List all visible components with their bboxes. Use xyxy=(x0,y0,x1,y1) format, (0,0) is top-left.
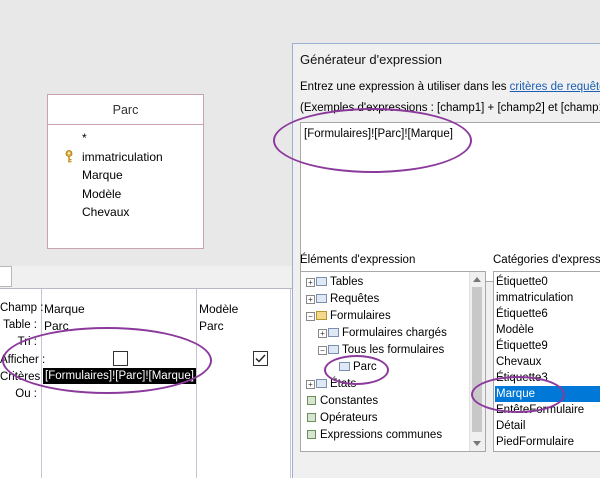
grid-row-labels: Champ : Table : Tri : Afficher : Critère… xyxy=(0,300,47,403)
scroll-thumb[interactable] xyxy=(472,287,482,432)
grid-divider xyxy=(196,289,197,478)
grid-cell-champ-1[interactable]: Marque xyxy=(44,301,85,317)
tree-item-requetes[interactable]: Requêtes xyxy=(330,291,379,308)
tree-item-formulaires-charges[interactable]: Formulaires chargés xyxy=(342,325,447,342)
expand-toggle[interactable]: + xyxy=(306,278,315,287)
tree-item-tables[interactable]: Tables xyxy=(330,274,363,291)
criteria-help-link[interactable]: critères de requête xyxy=(510,81,600,93)
row-label-afficher: Afficher : xyxy=(0,353,46,366)
tree-item-etats[interactable]: États xyxy=(330,376,356,393)
field-immatriculation[interactable]: immatriculation xyxy=(65,148,203,167)
elements-tree[interactable]: + Tables + Requêtes − Formulaires + Form… xyxy=(300,271,486,452)
afficher-checkbox-1[interactable] xyxy=(113,351,128,366)
row-label-tri: Tri : xyxy=(17,336,37,349)
dialog-instruction: Entrez une expression à utiliser dans le… xyxy=(300,81,600,93)
category-item[interactable]: Détail xyxy=(495,418,525,434)
elements-label: Éléments d'expression xyxy=(300,254,416,266)
table-box-title: Parc xyxy=(48,95,203,125)
grid-cell-table-1[interactable]: Parc xyxy=(44,318,69,334)
operator-icon xyxy=(307,413,316,422)
expand-toggle[interactable]: + xyxy=(306,295,315,304)
categories-label: Catégories d'expressi xyxy=(493,254,600,266)
tree-item-tous-les-formulaires[interactable]: Tous les formulaires xyxy=(342,342,444,359)
row-label-criteres: Critères : xyxy=(0,370,47,383)
expression-text: [Formulaires]![Parc]![Marque] xyxy=(304,128,453,140)
report-icon xyxy=(316,379,327,388)
tree-item-formulaires[interactable]: Formulaires xyxy=(330,308,391,325)
grid-cell-champ-2[interactable]: Modèle xyxy=(199,301,238,317)
category-item[interactable]: immatriculation xyxy=(495,290,573,306)
row-label-ou: Ou : xyxy=(15,387,37,400)
expand-toggle[interactable]: + xyxy=(318,329,327,338)
afficher-checkbox-2[interactable] xyxy=(253,351,268,366)
category-item[interactable]: Étiquette3 xyxy=(495,370,548,386)
tree-item-operateurs[interactable]: Opérateurs xyxy=(320,410,378,427)
category-item[interactable]: Chevaux xyxy=(495,354,541,370)
grid-cell-criteres-1[interactable]: [Formulaires]![Parc]![Marque] xyxy=(43,368,196,384)
collapse-toggle[interactable]: − xyxy=(318,346,327,355)
expression-builder-dialog: Générateur d'expression Entrez une expre… xyxy=(292,43,600,478)
expression-icon xyxy=(307,430,316,439)
dialog-examples: (Exemples d'expressions : [champ1] + [ch… xyxy=(300,102,600,114)
primary-key-icon xyxy=(65,149,73,162)
categories-list[interactable]: Étiquette0 immatriculation Étiquette6 Mo… xyxy=(493,271,600,452)
table-icon xyxy=(316,277,327,286)
forms-icon xyxy=(328,328,339,337)
grid-divider xyxy=(41,289,42,478)
field-marque[interactable]: Marque xyxy=(82,166,203,185)
collapse-toggle[interactable]: − xyxy=(306,312,315,321)
grid-tab[interactable] xyxy=(0,266,12,287)
row-label-champ: Champ : xyxy=(0,302,44,314)
form-icon xyxy=(339,362,350,371)
category-item[interactable]: EntêteFormulaire xyxy=(495,402,584,418)
tree-item-expressions-communes[interactable]: Expressions communes xyxy=(320,427,442,444)
field-chevaux[interactable]: Chevaux xyxy=(82,203,203,222)
category-item[interactable]: Étiquette9 xyxy=(495,338,548,354)
field-all[interactable]: * xyxy=(82,129,203,148)
field-modele[interactable]: Modèle xyxy=(82,185,203,204)
table-field-list: * immatriculation Marque Modèle Chevaux xyxy=(48,125,203,222)
checkmark-icon xyxy=(255,354,266,363)
grid-cell-table-2[interactable]: Parc xyxy=(199,318,224,334)
category-item[interactable]: PiedFormulaire xyxy=(495,434,574,450)
category-item[interactable]: Étiquette6 xyxy=(495,306,548,322)
expand-toggle[interactable]: + xyxy=(306,380,315,389)
scroll-up-icon[interactable] xyxy=(473,277,481,282)
constant-icon xyxy=(307,396,316,405)
query-icon xyxy=(316,294,327,303)
folder-icon xyxy=(316,311,327,320)
tree-item-parc[interactable]: Parc xyxy=(353,359,377,376)
category-item[interactable]: Étiquette0 xyxy=(495,274,548,290)
table-box-parc[interactable]: Parc * immatriculation Marque Modèle Che… xyxy=(47,94,204,249)
grid-splitter[interactable] xyxy=(0,266,300,289)
scroll-down-icon[interactable] xyxy=(473,441,481,446)
category-item[interactable]: Modèle xyxy=(495,322,534,338)
dialog-title: Générateur d'expression xyxy=(300,52,442,67)
tree-item-constantes[interactable]: Constantes xyxy=(320,393,378,410)
row-label-table: Table : xyxy=(3,319,37,332)
grid-divider xyxy=(290,289,291,478)
category-item-selected[interactable]: Marque xyxy=(495,386,600,402)
elements-scrollbar[interactable] xyxy=(469,272,485,451)
forms-icon xyxy=(328,345,339,354)
